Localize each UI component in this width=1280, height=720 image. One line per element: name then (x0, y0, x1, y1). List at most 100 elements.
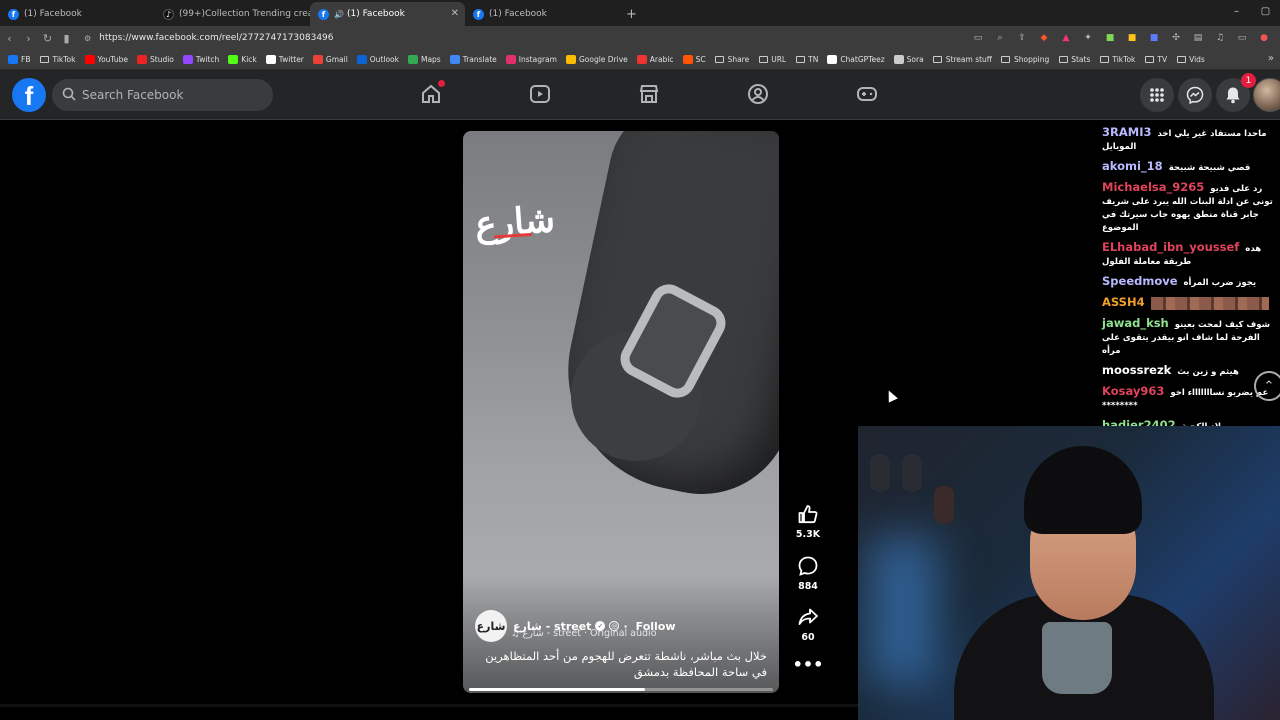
bottom-scrollbar (0, 704, 858, 707)
chat-message: Michaelsa_9265 رد على فديو تونى عن ادلة ا… (1102, 181, 1280, 235)
chat-username: ASSH4 (1102, 295, 1145, 309)
tab-title: (1) Facebook (346, 9, 405, 19)
comment-button[interactable]: 884 (792, 555, 824, 592)
bookmark-label: Kick (241, 55, 257, 64)
home-icon[interactable] (419, 80, 445, 106)
more-options-icon[interactable]: ••• (792, 657, 824, 673)
bookmark-item[interactable]: Gmail (312, 55, 348, 64)
speaker-icon[interactable]: 🔊 (334, 10, 344, 19)
like-count: 5.3K (795, 529, 821, 540)
video-progress-fill (469, 688, 646, 691)
bookmark-label: FB (21, 55, 31, 64)
bookmark-item[interactable]: SC (682, 55, 706, 64)
maximize-icon[interactable]: ▢ (1251, 0, 1280, 24)
bookmark-item[interactable]: Instagram (505, 55, 557, 64)
facebook-icon: f (473, 8, 484, 20)
share-icon[interactable]: ⇪ (1012, 30, 1032, 46)
bookmark-item[interactable]: Studio (137, 55, 174, 64)
facebook-logo-icon[interactable]: f (12, 78, 46, 112)
bookmark-item[interactable]: Arabic (636, 55, 674, 64)
bookmark-item[interactable]: Twitch (182, 55, 219, 64)
menu-grid-icon[interactable] (1140, 78, 1174, 112)
messenger-icon[interactable] (1178, 78, 1212, 112)
browser-tab[interactable]: f (1) Facebook (465, 2, 620, 26)
profile-avatar[interactable] (1253, 78, 1280, 112)
bookmark-item[interactable]: Google Drive (565, 55, 628, 64)
groups-icon[interactable] (746, 82, 770, 106)
backlight-glow (868, 536, 938, 686)
browser-tab[interactable]: ♪ (99+)Collection Trending created by (155, 2, 310, 26)
cast-icon[interactable]: ▭ (968, 30, 988, 46)
bookmark-item[interactable]: Share (715, 55, 749, 64)
bookmark-item[interactable]: TN (795, 55, 818, 64)
bookmark-item[interactable]: Maps (407, 55, 441, 64)
bookmark-item[interactable]: Shopping (1001, 55, 1049, 64)
video-progress-bar[interactable] (469, 688, 773, 691)
thumbs-up-icon (798, 505, 818, 524)
extension-icon[interactable]: ■ (1100, 30, 1120, 46)
close-tab-icon[interactable]: ✕ (451, 8, 459, 19)
extension-icon[interactable]: ■ (1144, 30, 1164, 46)
search-input[interactable] (82, 88, 262, 102)
bookmark-item[interactable]: Outlook (356, 55, 399, 64)
reel-video[interactable]: شارع شارع شارع - street ✓ ◎ · Follow ♫ ش… (463, 131, 779, 693)
chat-message: ASSH4 (1102, 296, 1280, 311)
media-icon[interactable]: ♫ (1210, 30, 1230, 46)
extension-icon[interactable]: ✦ (1078, 30, 1098, 46)
bookmark-item[interactable]: TikTok (39, 55, 76, 64)
bookmark-item[interactable]: Sora (893, 55, 924, 64)
browser-tab-active[interactable]: f 🔊 (1) Facebook ✕ (310, 2, 465, 26)
back-icon[interactable]: ‹ (0, 32, 19, 45)
minimize-icon[interactable]: – (1222, 0, 1251, 24)
share-count: 60 (801, 632, 815, 643)
browser-tab[interactable]: f (1) Facebook (0, 2, 155, 26)
rewards-icon[interactable]: ▲ (1056, 30, 1076, 46)
drive-icon (565, 55, 576, 64)
site-info-icon[interactable]: ⚙ (84, 34, 91, 43)
bookmark-item[interactable]: Translate (449, 55, 497, 64)
extension-icon[interactable]: ■ (1122, 30, 1142, 46)
owner-avatar[interactable]: شارع (475, 610, 507, 642)
bookmark-item[interactable]: Stream stuff (933, 55, 992, 64)
marketplace-icon[interactable] (637, 82, 661, 106)
reload-icon[interactable]: ↻ (38, 32, 57, 45)
video-icon[interactable] (528, 82, 552, 106)
bookmark-item[interactable]: URL (758, 55, 786, 64)
forward-icon[interactable]: › (19, 32, 38, 45)
bookmark-star-icon[interactable]: ▮ (57, 32, 76, 45)
search-box[interactable] (52, 79, 273, 111)
bookmark-item[interactable]: ChatGPTeez (827, 55, 885, 64)
zoom-icon[interactable]: ⌕ (990, 30, 1010, 46)
mouse-cursor (884, 388, 898, 403)
bookmark-label: Vids (1189, 55, 1205, 64)
like-button[interactable]: 5.3K (792, 503, 824, 540)
vpn-icon[interactable]: ● (1254, 30, 1274, 46)
gaming-icon[interactable] (855, 82, 879, 106)
soundcloud-icon (682, 55, 693, 64)
bookmark-item[interactable]: Kick (228, 55, 257, 64)
bookmark-label: Shopping (1013, 55, 1050, 64)
notification-count-badge: 1 (1241, 73, 1256, 88)
bookmark-item[interactable]: TikTok (1099, 55, 1135, 64)
brave-shield-icon[interactable]: ◆ (1034, 30, 1054, 46)
audio-info[interactable]: ♫ شارع - street · Original audio (511, 628, 657, 639)
reel-caption: خلال بث مباشر، ناشطة تتعرض للهجوم من أحد… (475, 648, 767, 680)
more-bookmarks-icon[interactable]: » (1268, 53, 1274, 64)
chat-username: Speedmove (1102, 274, 1178, 288)
url-field[interactable]: ⚙ https://www.facebook.com/reel/27727471… (84, 33, 334, 43)
bookmark-item[interactable]: Stats (1058, 55, 1090, 64)
notifications-bell-icon[interactable]: 1 (1216, 73, 1256, 112)
bookmark-item[interactable]: Vids (1176, 55, 1205, 64)
puzzle-icon[interactable]: ✣ (1166, 30, 1186, 46)
bookmark-item[interactable]: YouTube (84, 55, 128, 64)
outlook-icon (356, 55, 367, 64)
bookmark-item[interactable]: Twitter (265, 55, 304, 64)
bookmark-item[interactable]: FB (8, 55, 30, 64)
folder-icon (39, 55, 49, 64)
wallet-icon[interactable]: ▭ (1232, 30, 1252, 46)
scroll-up-icon[interactable]: ⌃ (1254, 371, 1280, 401)
new-tab-button[interactable]: + (626, 2, 637, 26)
sidebar-icon[interactable]: ▤ (1188, 30, 1208, 46)
share-button[interactable]: 60 (792, 606, 824, 643)
bookmark-item[interactable]: TV (1144, 55, 1167, 64)
